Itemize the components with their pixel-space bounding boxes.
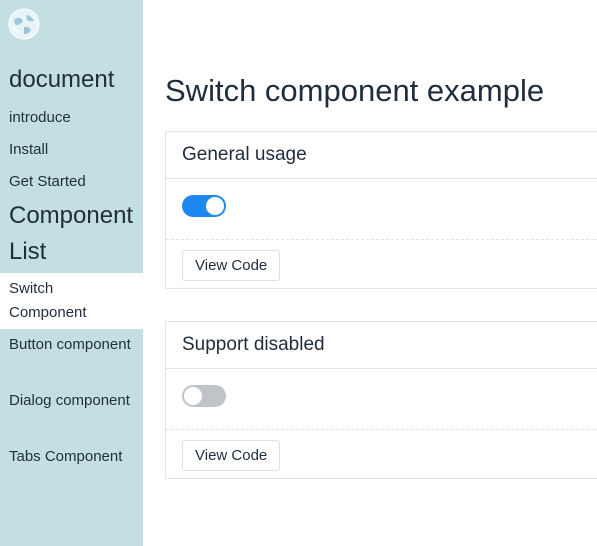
sidebar-item-button-component[interactable]: Button component xyxy=(0,329,143,385)
card-footer: View Code xyxy=(166,430,597,478)
sidebar-heading-document: document xyxy=(9,66,115,93)
sidebar-item-switch-component[interactable]: Switch Component xyxy=(0,273,143,329)
toggle-switch-on[interactable] xyxy=(182,195,226,217)
sidebar: document introduce Install Get Started C… xyxy=(0,0,143,546)
card-demo-area xyxy=(166,179,597,240)
sidebar-item-dialog-component[interactable]: Dialog component xyxy=(0,385,143,441)
demo-card-support-disabled: Support disabled View Code xyxy=(165,321,597,479)
card-footer: View Code xyxy=(166,240,597,288)
toggle-switch-disabled xyxy=(182,385,226,407)
sidebar-link-install[interactable]: Install xyxy=(9,138,48,162)
app-root: document introduce Install Get Started C… xyxy=(0,0,597,546)
sidebar-heading-component-list: Component List xyxy=(9,202,134,265)
view-code-button[interactable]: View Code xyxy=(182,250,281,281)
page-title: Switch component example xyxy=(165,73,545,108)
sidebar-link-introduce[interactable]: introduce xyxy=(9,106,71,130)
switch-knob xyxy=(184,387,202,405)
sidebar-item-tabs-component[interactable]: Tabs Component xyxy=(0,441,143,497)
sidebar-link-get-started[interactable]: Get Started xyxy=(9,170,86,194)
card-title: General usage xyxy=(166,132,597,179)
switch-knob xyxy=(206,197,224,215)
card-demo-area xyxy=(166,369,597,430)
view-code-button[interactable]: View Code xyxy=(182,440,281,471)
demo-card-general-usage: General usage View Code xyxy=(165,131,597,289)
card-title: Support disabled xyxy=(166,322,597,369)
globe-logo-icon[interactable] xyxy=(8,8,40,40)
